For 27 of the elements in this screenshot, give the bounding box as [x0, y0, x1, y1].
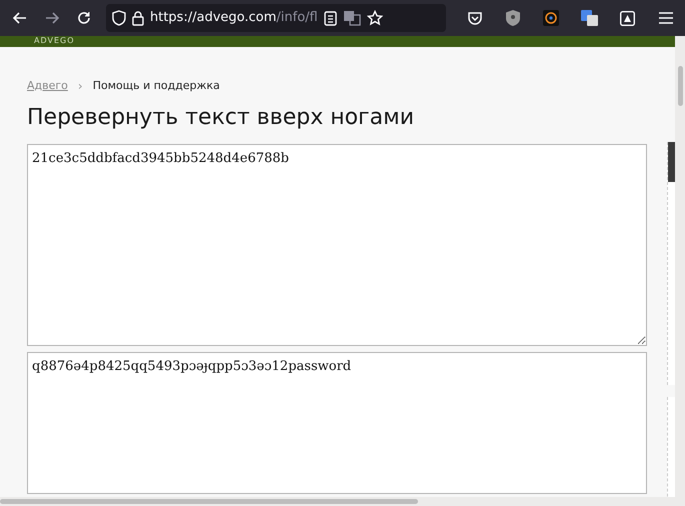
shield-extension-icon[interactable]: [505, 9, 521, 27]
output-field[interactable]: q8876ə4p8425qq5493pɔəɟqpp5ɔ3əɔ12password: [27, 352, 647, 494]
sidebar-active-marker: [668, 142, 675, 182]
back-icon[interactable]: [12, 10, 28, 26]
input-field[interactable]: 21ce3c5ddbfacd3945bb5248d4e6788b: [27, 144, 647, 346]
page-heading: Перевернуть текст вверх ногами: [27, 104, 415, 132]
translate-extension-icon[interactable]: [581, 10, 598, 26]
site-logo[interactable]: ADVEGO: [34, 36, 75, 46]
lock-icon: [132, 10, 144, 26]
vertical-scrollbar[interactable]: [675, 36, 685, 506]
reload-icon[interactable]: [76, 10, 92, 26]
translate-icon[interactable]: [342, 10, 361, 26]
reader-view-icon[interactable]: [324, 10, 337, 26]
horizontal-scrollbar[interactable]: [0, 497, 675, 506]
star-icon[interactable]: [366, 10, 383, 26]
forward-icon[interactable]: [44, 10, 60, 26]
breadcrumb-separator: ›: [78, 78, 83, 95]
menu-icon[interactable]: [659, 12, 673, 24]
shield-icon[interactable]: [112, 10, 126, 26]
url-text[interactable]: https://advego.com/info/fl: [150, 8, 318, 28]
scrollbar-thumb[interactable]: [678, 66, 682, 106]
extension-icon[interactable]: [620, 10, 635, 26]
scrollbar-thumb[interactable]: [0, 499, 418, 504]
pocket-icon[interactable]: [467, 10, 483, 26]
breadcrumb-current: Помощь и поддержка: [92, 78, 220, 94]
address-bar[interactable]: https://advego.com/info/fl: [106, 4, 446, 32]
target-extension-icon[interactable]: [543, 10, 559, 26]
